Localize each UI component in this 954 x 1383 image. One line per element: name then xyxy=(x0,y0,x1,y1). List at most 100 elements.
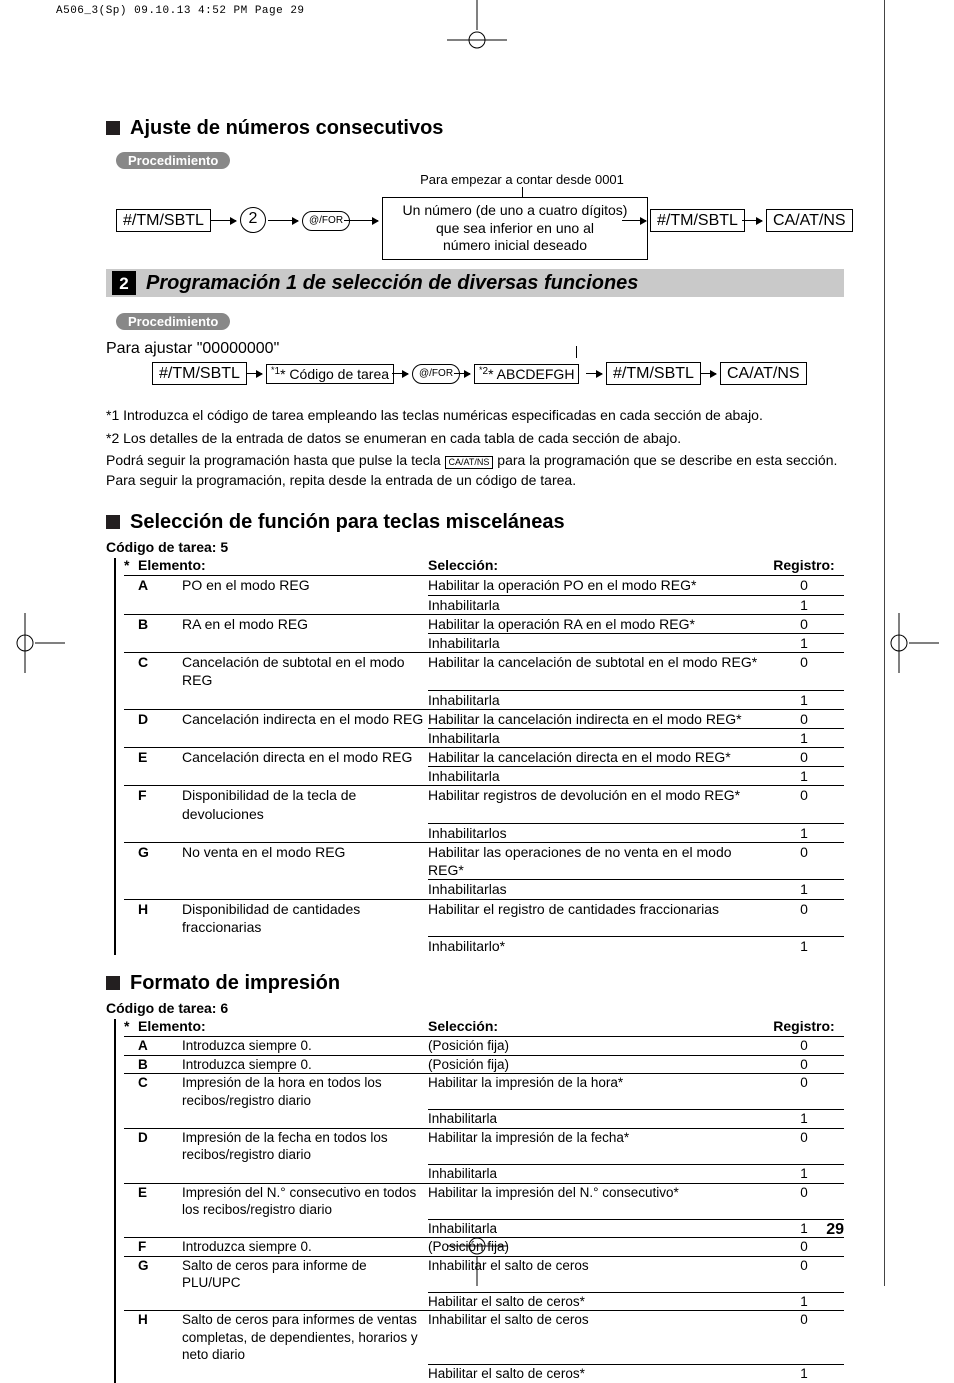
row-selection: Inhabilitarla xyxy=(428,690,764,709)
row-element: RA en el modo REG xyxy=(182,615,428,633)
arrow-icon xyxy=(454,373,470,374)
table-row: Inhabilitarla1 xyxy=(124,1109,844,1128)
inline-key-ca-at-ns: CA/AT/NS xyxy=(445,456,494,469)
row-register: 1 xyxy=(764,879,844,898)
content: Ajuste de números consecutivos Procedimi… xyxy=(106,118,844,1206)
row-element: Impresión de la fecha en todos los recib… xyxy=(182,1129,428,1164)
task-code-6: Código de tarea: 6 xyxy=(106,1001,844,1015)
row-register: 1 xyxy=(764,1364,844,1383)
row-register: 1 xyxy=(764,1109,844,1128)
row-letter: E xyxy=(138,1184,182,1202)
reg-mark-right xyxy=(889,603,939,683)
key-atfor: @/FOR xyxy=(412,364,460,384)
trim-line-right xyxy=(884,0,885,1286)
table-row: DImpresión de la fecha en todos los reci… xyxy=(124,1128,844,1164)
sec2-title: Programación 1 de selección de diversas … xyxy=(146,273,638,293)
key-ca-at-ns: CA/AT/NS xyxy=(766,209,853,232)
arrow-icon xyxy=(210,220,236,221)
page-number: 29 xyxy=(826,1222,844,1238)
row-letter: B xyxy=(138,1056,182,1074)
flow1-box: Un número (de uno a cuatro dígitos) que … xyxy=(382,197,648,260)
row-element: Cancelación directa en el modo REG xyxy=(182,748,428,766)
sec4-title: Formato de impresión xyxy=(130,973,340,993)
sec1-heading: Ajuste de números consecutivos xyxy=(106,118,844,138)
table-task6: * Elemento: Selección: Registro: AIntrod… xyxy=(114,1019,844,1382)
row-element: Introduzca siempre 0. xyxy=(182,1037,428,1055)
row-selection: Habilitar registros de devolución en el … xyxy=(428,786,764,804)
row-selection: Habilitar la operación PO en el modo REG… xyxy=(428,576,764,594)
row-letter: E xyxy=(138,748,182,766)
row-selection: Habilitar el salto de ceros* xyxy=(428,1364,764,1383)
key-tm-sbtl2: #/TM/SBTL xyxy=(606,362,701,385)
note3: Podrá seguir la programación hasta que p… xyxy=(106,451,844,490)
row-register: 0 xyxy=(764,900,844,918)
row-selection: Inhabilitarlos xyxy=(428,823,764,842)
reg-mark-left xyxy=(15,603,65,683)
row-register: 0 xyxy=(764,1184,844,1202)
row-element: Salto de ceros para informes de ventas c… xyxy=(182,1311,428,1364)
row-letter: D xyxy=(138,710,182,728)
row-element: Cancelación indirecta en el modo REG xyxy=(182,710,428,728)
row-element: Cancelación de subtotal en el modo REG xyxy=(182,653,428,689)
table-task5: * Elemento: Selección: Registro: APO en … xyxy=(114,558,844,955)
row-element: Introduzca siempre 0. xyxy=(182,1238,428,1256)
sec1-title: Ajuste de números consecutivos xyxy=(130,118,443,138)
flow-1: Para empezar a contar desde 0001 #/TM/SB… xyxy=(106,179,844,249)
row-selection: (Posición fija) xyxy=(428,1056,764,1074)
row-element: No venta en el modo REG xyxy=(182,843,428,861)
square-bullet-icon xyxy=(106,121,120,135)
row-register: 0 xyxy=(764,653,844,671)
table-row: BIntroduzca siempre 0.(Posición fija)0 xyxy=(124,1055,844,1074)
procedure-badge-2: Procedimiento xyxy=(116,313,230,330)
row-selection: Habilitar la cancelación indirecta en el… xyxy=(428,710,764,728)
row-letter: G xyxy=(138,1257,182,1275)
row-selection: Habilitar el salto de ceros* xyxy=(428,1292,764,1311)
note2: *2 Los detalles de la entrada de datos s… xyxy=(106,429,844,449)
row-selection: Habilitar las operaciones de no venta en… xyxy=(428,843,764,879)
table-row: GSalto de ceros para informe de PLU/UPCI… xyxy=(124,1256,844,1292)
sec3-heading: Selección de función para teclas miscelá… xyxy=(106,512,844,532)
key-2-circle: 2 xyxy=(240,207,266,233)
table-row: Inhabilitarla1 xyxy=(124,690,844,709)
row-selection: Inhabilitar el salto de ceros xyxy=(428,1311,764,1329)
step-bar: 2 Programación 1 de selección de diversa… xyxy=(106,269,844,297)
row-register: 1 xyxy=(764,823,844,842)
row-register: 1 xyxy=(764,595,844,614)
arrow-icon xyxy=(392,373,408,374)
reg-mark-top xyxy=(437,0,517,50)
table-row: Inhabilitarlo*1 xyxy=(124,936,844,955)
row-register: 0 xyxy=(764,786,844,804)
row-element: Impresión de la hora en todos los recibo… xyxy=(182,1074,428,1109)
table-row: Inhabilitarla1 xyxy=(124,1164,844,1183)
row-letter: A xyxy=(138,576,182,594)
table-row: AIntroduzca siempre 0.(Posición fija)0 xyxy=(124,1037,844,1055)
row-register: 1 xyxy=(764,690,844,709)
row-register: 1 xyxy=(764,766,844,785)
row-element: PO en el modo REG xyxy=(182,576,428,594)
flow2-top-label: Para ajustar "00000000" xyxy=(106,340,306,358)
task-code-5: Código de tarea: 5 xyxy=(106,540,844,554)
row-element: Disponibilidad de cantidades fraccionari… xyxy=(182,900,428,936)
table-row: GNo venta en el modo REGHabilitar las op… xyxy=(124,842,844,879)
table-row: BRA en el modo REGHabilitar la operación… xyxy=(124,614,844,633)
row-selection: Habilitar la cancelación de subtotal en … xyxy=(428,653,764,671)
row-letter: C xyxy=(138,1074,182,1092)
row-element: Impresión del N.° consecutivo en todos l… xyxy=(182,1184,428,1219)
row-selection: Inhabilitarla xyxy=(428,1109,764,1128)
row-register: 0 xyxy=(764,748,844,766)
row-element: Disponibilidad de la tecla de devolucion… xyxy=(182,786,428,822)
task-code-box: *1* Código de tarea xyxy=(266,364,394,384)
row-register: 0 xyxy=(764,843,844,861)
table-row: Inhabilitarla1 xyxy=(124,595,844,614)
row-register: 1 xyxy=(764,1292,844,1311)
row-letter: H xyxy=(138,1311,182,1329)
table-row: Inhabilitarla1 xyxy=(124,633,844,652)
table-header: * Elemento: Selección: Registro: xyxy=(124,558,844,576)
row-selection: (Posición fija) xyxy=(428,1238,764,1256)
row-register: 0 xyxy=(764,1129,844,1147)
row-register: 0 xyxy=(764,1238,844,1256)
page: A506_3(Sp) 09.10.13 4:52 PM Page 29 Ajus… xyxy=(0,0,954,1286)
table-row: HDisponibilidad de cantidades fraccionar… xyxy=(124,899,844,936)
row-selection: Inhabilitarlas xyxy=(428,879,764,898)
procedure-badge: Procedimiento xyxy=(116,152,230,169)
